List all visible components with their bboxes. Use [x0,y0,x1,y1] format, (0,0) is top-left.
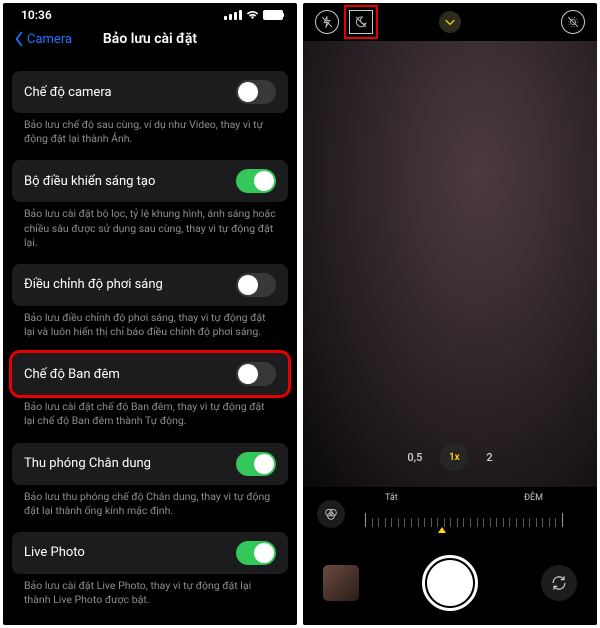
setting-block: Điều chỉnh độ phơi sáng Bảo lưu điều chỉn… [12,264,288,339]
flip-camera-button[interactable] [541,565,577,601]
live-photo-off-icon [566,15,580,29]
camera-top-bar [303,3,597,41]
status-time: 10:36 [21,8,52,22]
chevron-down-icon [444,18,456,26]
setting-toggle[interactable] [236,273,276,297]
setting-block: Chế độ camera Bảo lưu chế độ sau cùng, ví… [12,71,288,146]
setting-label: Thu phóng Chân dung [24,456,151,471]
setting-row[interactable]: Chế độ Ban đêm [12,353,288,395]
setting-description: Bảo lưu cài đặt chế độ Ban đêm, thay vì … [12,395,288,428]
battery-icon [263,10,283,20]
nav-bar: Camera Bảo lưu cài đặt [3,25,297,57]
setting-label: Live Photo [24,545,85,560]
zoom-level-0[interactable]: 0,5 [407,451,422,464]
setting-label: Chế độ Ban đêm [24,367,120,382]
setting-toggle[interactable] [236,169,276,193]
setting-toggle[interactable] [236,362,276,386]
night-mode-toggle[interactable] [349,10,373,34]
live-photo-toggle[interactable] [561,10,585,34]
flip-camera-icon [549,573,569,593]
setting-label: Chế độ camera [24,85,112,100]
back-label: Camera [27,32,72,47]
zoom-level-2[interactable]: 2 [486,451,492,464]
setting-row[interactable]: Chế độ camera [12,71,288,113]
settings-screen: 10:36 Camera Bảo lưu cài đặt Chế độ came… [3,3,297,625]
settings-list[interactable]: Chế độ camera Bảo lưu chế độ sau cùng, ví… [3,57,297,625]
setting-row[interactable]: Điều chỉnh độ phơi sáng [12,264,288,306]
setting-block: Bộ điều khiển sáng tạo Bảo lưu cài đặt bộ… [12,160,288,250]
setting-toggle[interactable] [236,541,276,565]
zoom-level-1[interactable]: 1x [440,443,468,471]
cellular-signal-icon [224,10,242,20]
status-bar: 10:36 [3,3,297,25]
filters-button[interactable] [317,500,345,528]
camera-options-chevron[interactable] [439,11,461,33]
setting-description: Bảo lưu thu phóng chế độ Chân dung, thay… [12,485,288,518]
shutter-button[interactable] [422,555,478,611]
setting-label: Bộ điều khiển sáng tạo [24,174,155,189]
filters-icon [323,506,339,522]
setting-toggle[interactable] [236,80,276,104]
setting-row[interactable]: Bộ điều khiển sáng tạo [12,160,288,202]
setting-label: Điều chỉnh độ phơi sáng [24,277,163,292]
wifi-icon [246,10,259,20]
exposure-dial-row: Tắt ĐÊM [303,487,597,541]
gallery-thumbnail[interactable] [323,565,359,601]
camera-bottom-bar [303,541,597,625]
setting-description: Bảo lưu chế độ sau cùng, ví dụ như Video… [12,113,288,146]
setting-block: Live Photo Bảo lưu cài đặt Live Photo, th… [12,532,288,607]
flash-off-icon [320,15,334,29]
camera-screen: 0,5 1x 2 Tắt ĐÊM [303,3,597,625]
setting-description: Bảo lưu cài đặt bộ lọc, tỷ lệ khung hình… [12,202,288,250]
flash-toggle[interactable] [315,10,339,34]
camera-viewfinder[interactable]: 0,5 1x 2 [303,41,597,487]
dial-pointer-icon [438,527,446,533]
setting-block: Chế độ Ban đêm Bảo lưu cài đặt chế độ Ban… [12,353,288,428]
night-mode-off-icon [354,15,368,29]
dial-left-label: Tắt [385,493,398,503]
setting-row[interactable]: Live Photo [12,532,288,574]
setting-block: Thu phóng Chân dung Bảo lưu thu phóng chế… [12,443,288,518]
zoom-selector[interactable]: 0,5 1x 2 [303,443,597,487]
status-indicators [224,10,283,20]
chevron-left-icon [13,31,25,47]
setting-description: Bảo lưu cài đặt Live Photo, thay vì tự đ… [12,574,288,607]
back-button[interactable]: Camera [13,31,72,47]
dial-right-label: ĐÊM [524,493,543,503]
setting-toggle[interactable] [236,452,276,476]
exposure-dial[interactable]: Tắt ĐÊM [345,487,583,541]
setting-description: Bảo lưu điều chỉnh độ phơi sáng, thay vì… [12,306,288,339]
setting-row[interactable]: Thu phóng Chân dung [12,443,288,485]
